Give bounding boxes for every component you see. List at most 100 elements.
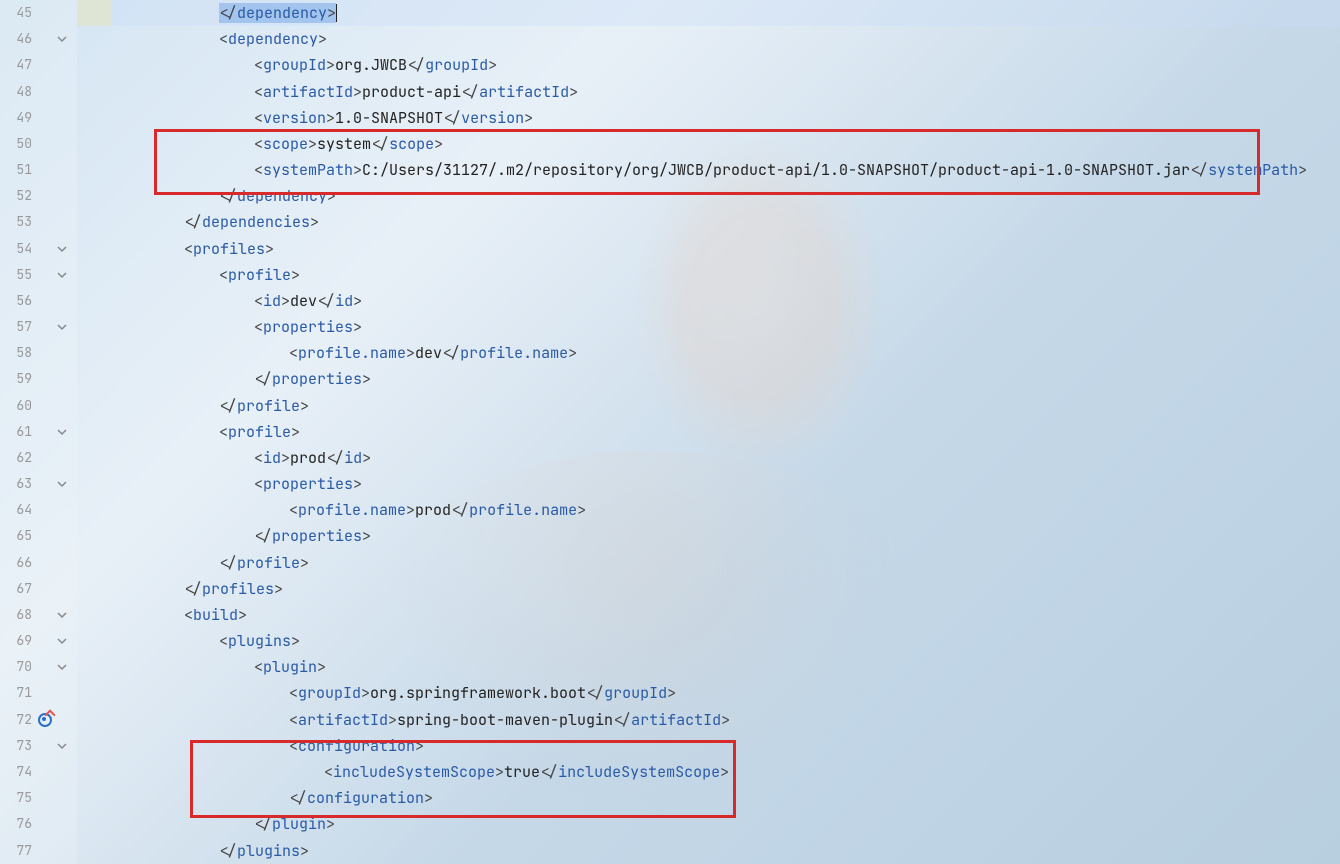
fold-marker[interactable] [53,157,71,183]
fold-marker[interactable] [53,654,71,680]
line-number[interactable]: 66 [0,550,36,576]
line-number[interactable]: 48 [0,79,36,105]
fold-marker[interactable] [53,602,71,628]
fold-marker[interactable] [53,236,71,262]
code-line[interactable]: <profile> [77,262,1340,288]
fold-marker[interactable] [53,262,71,288]
line-number[interactable]: 75 [0,785,36,811]
fold-marker[interactable] [53,366,71,392]
code-line[interactable]: <plugins> [77,628,1340,654]
line-number[interactable]: 71 [0,680,36,706]
code-line[interactable]: <profiles> [77,236,1340,262]
code-line[interactable]: </configuration> [77,785,1340,811]
fold-marker[interactable] [53,445,71,471]
code-line[interactable]: </profiles> [77,576,1340,602]
line-number[interactable]: 72 [0,707,36,733]
line-number[interactable]: 59 [0,366,36,392]
line-number[interactable]: 77 [0,838,36,864]
line-number[interactable]: 63 [0,471,36,497]
code-line[interactable]: </profile> [77,393,1340,419]
code-line[interactable]: <version>1.0-SNAPSHOT</version> [77,105,1340,131]
line-number[interactable]: 60 [0,393,36,419]
code-line[interactable]: <id>dev</id> [77,288,1340,314]
fold-marker[interactable] [53,314,71,340]
fold-marker[interactable] [53,811,71,837]
line-number[interactable]: 46 [0,26,36,52]
fold-marker[interactable] [53,79,71,105]
fold-marker[interactable] [53,497,71,523]
line-number[interactable]: 53 [0,209,36,235]
fold-marker[interactable] [53,26,71,52]
fold-marker[interactable] [53,183,71,209]
fold-marker[interactable] [53,733,71,759]
fold-marker[interactable] [53,523,71,549]
code-line[interactable]: <artifactId>spring-boot-maven-plugin</ar… [77,707,1340,733]
line-number[interactable]: 57 [0,314,36,340]
fold-marker[interactable] [53,0,71,26]
line-number[interactable]: 52 [0,183,36,209]
fold-marker[interactable] [53,838,71,864]
fold-marker[interactable] [53,419,71,445]
code-line[interactable]: <artifactId>product-api</artifactId> [77,79,1340,105]
line-number[interactable]: 70 [0,654,36,680]
fold-marker[interactable] [53,550,71,576]
code-line[interactable]: <profile.name>dev</profile.name> [77,340,1340,366]
code-line[interactable]: <properties> [77,314,1340,340]
line-number[interactable]: 68 [0,602,36,628]
line-number[interactable]: 55 [0,262,36,288]
code-line[interactable]: <scope>system</scope> [77,131,1340,157]
code-line[interactable]: <dependency> [77,26,1340,52]
line-number[interactable]: 67 [0,576,36,602]
line-number[interactable]: 69 [0,628,36,654]
fold-marker[interactable] [53,471,71,497]
code-line[interactable]: <includeSystemScope>true</includeSystemS… [77,759,1340,785]
code-line[interactable]: <groupId>org.JWCB</groupId> [77,52,1340,78]
fold-marker[interactable] [53,680,71,706]
code-line[interactable]: <profile.name>prod</profile.name> [77,497,1340,523]
code-line[interactable]: </dependency> [77,0,1340,26]
fold-marker[interactable] [53,52,71,78]
fold-marker[interactable] [53,288,71,314]
code-line[interactable]: <build> [77,602,1340,628]
code-line[interactable]: <systemPath>C:/Users/31127/.m2/repositor… [77,157,1340,183]
line-number[interactable]: 45 [0,0,36,26]
line-number[interactable]: 47 [0,52,36,78]
line-number[interactable]: 56 [0,288,36,314]
fold-marker[interactable] [53,209,71,235]
line-number[interactable]: 62 [0,445,36,471]
code-line[interactable]: </properties> [77,366,1340,392]
code-line[interactable]: <configuration> [77,733,1340,759]
line-number[interactable]: 65 [0,523,36,549]
fold-marker[interactable] [53,105,71,131]
line-number[interactable]: 64 [0,497,36,523]
code-line[interactable]: <plugin> [77,654,1340,680]
line-number[interactable]: 61 [0,419,36,445]
line-number[interactable]: 74 [0,759,36,785]
fold-marker[interactable] [53,785,71,811]
line-number[interactable]: 54 [0,236,36,262]
code-line[interactable]: <id>prod</id> [77,445,1340,471]
run-target-icon[interactable] [38,713,52,727]
code-line[interactable]: <properties> [77,471,1340,497]
fold-marker[interactable] [53,707,71,733]
code-line[interactable]: </profile> [77,550,1340,576]
code-line[interactable]: </properties> [77,523,1340,549]
fold-marker[interactable] [53,131,71,157]
line-number[interactable]: 50 [0,131,36,157]
fold-marker[interactable] [53,393,71,419]
line-number[interactable]: 49 [0,105,36,131]
line-number[interactable]: 76 [0,811,36,837]
line-number[interactable]: 73 [0,733,36,759]
code-line[interactable]: </dependency> [77,183,1340,209]
code-area[interactable]: </dependency><dependency><groupId>org.JW… [77,0,1340,864]
code-line[interactable]: <groupId>org.springframework.boot</group… [77,680,1340,706]
line-number[interactable]: 51 [0,157,36,183]
fold-marker[interactable] [53,340,71,366]
code-line[interactable]: <profile> [77,419,1340,445]
code-line[interactable]: </plugins> [77,838,1340,864]
fold-marker[interactable] [53,576,71,602]
line-number[interactable]: 58 [0,340,36,366]
fold-marker[interactable] [53,759,71,785]
code-line[interactable]: </dependencies> [77,209,1340,235]
fold-marker[interactable] [53,628,71,654]
